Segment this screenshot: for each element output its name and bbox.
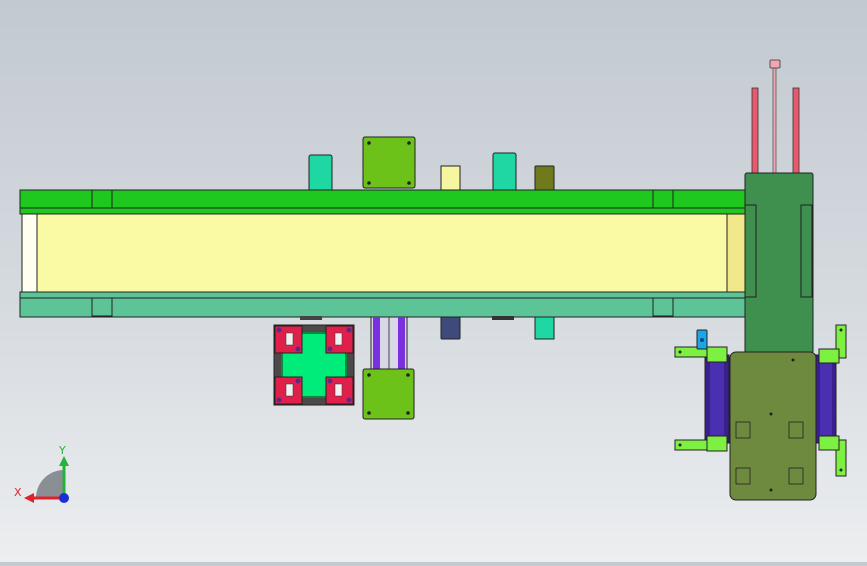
top-motor [362, 136, 416, 189]
y-axis-label: Y [58, 444, 66, 457]
gripper-assembly [273, 324, 355, 406]
conveyor-body [19, 189, 749, 318]
x-axis-label: X [14, 486, 22, 499]
guide-cylinder [370, 316, 408, 370]
lift-column [744, 172, 814, 354]
carriage-plate [729, 351, 817, 501]
axis-triad: Y X [14, 444, 69, 503]
vertical-guide-rods [751, 59, 800, 174]
top-mounting-blocks [308, 152, 555, 192]
model-canvas[interactable]: Y X [0, 0, 867, 562]
sensor [696, 329, 708, 350]
bottom-motor [362, 368, 415, 420]
cad-viewport[interactable]: Y X [0, 0, 867, 562]
